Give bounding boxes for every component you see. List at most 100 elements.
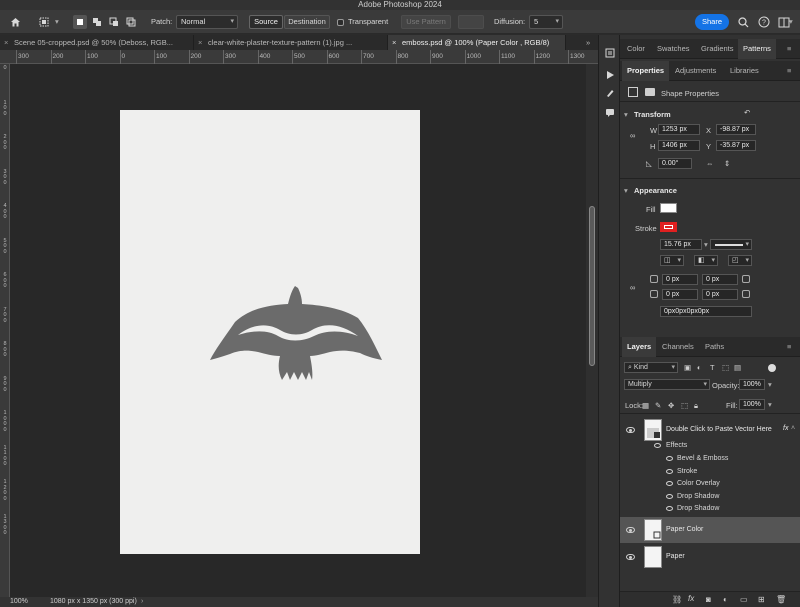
tab-layers[interactable]: Layers bbox=[622, 337, 657, 357]
effect-row[interactable]: Color Overlay bbox=[620, 478, 800, 490]
stroke-type-select[interactable]: ▾ bbox=[710, 239, 752, 250]
eye-icon[interactable] bbox=[626, 427, 635, 433]
status-chevron-icon[interactable]: › bbox=[141, 597, 143, 607]
transform-title[interactable]: Transform bbox=[634, 110, 671, 119]
eye-icon[interactable] bbox=[626, 554, 635, 560]
diffusion-select[interactable]: 5 ▾ bbox=[529, 15, 563, 29]
transparent-checkbox[interactable] bbox=[337, 19, 344, 26]
subtract-selection-icon[interactable] bbox=[107, 15, 121, 29]
chevron-down-icon[interactable]: ▾ bbox=[704, 240, 708, 249]
tab-plaster-texture[interactable]: × clear-white-plaster-texture-pattern (1… bbox=[194, 35, 388, 50]
adjustment-layer-icon[interactable]: ◐ bbox=[723, 595, 728, 604]
patch-mode-select[interactable]: Normal ▾ bbox=[176, 15, 238, 29]
pattern-picker[interactable] bbox=[458, 15, 484, 29]
filter-shape-icon[interactable]: ⬚ bbox=[722, 363, 729, 372]
brush-settings-icon[interactable] bbox=[604, 87, 616, 99]
x-field[interactable]: -98.87 px bbox=[716, 124, 756, 135]
flip-vertical-icon[interactable]: ⇕ bbox=[724, 159, 730, 168]
appearance-title[interactable]: Appearance bbox=[634, 186, 677, 195]
effect-row[interactable]: Drop Shadow bbox=[620, 503, 800, 515]
layer-filter-select[interactable]: ⌕ Kind ▾ bbox=[624, 362, 678, 373]
tab-libraries[interactable]: Libraries bbox=[725, 61, 764, 81]
y-field[interactable]: -35.87 px bbox=[716, 140, 756, 151]
height-field[interactable]: 1406 px bbox=[658, 140, 700, 151]
tabs-overflow-icon[interactable]: » bbox=[580, 35, 598, 50]
chevron-down-icon[interactable]: ▾ bbox=[768, 380, 772, 389]
filter-type-icon[interactable]: T bbox=[710, 363, 715, 372]
tool-preset-chevron-icon[interactable]: ▾ bbox=[55, 15, 59, 29]
help-icon[interactable]: ? bbox=[757, 15, 771, 29]
new-group-icon[interactable]: ▭ bbox=[740, 595, 748, 604]
lock-pixels-icon[interactable]: ✎ bbox=[655, 401, 661, 410]
add-selection-icon[interactable] bbox=[90, 15, 104, 29]
delete-layer-icon[interactable]: 🗑︎ bbox=[776, 595, 786, 604]
filter-toggle-icon[interactable] bbox=[768, 364, 776, 372]
tab-paths[interactable]: Paths bbox=[700, 337, 729, 357]
lock-artboard-icon[interactable]: ⬚ bbox=[681, 401, 688, 410]
tab-emboss[interactable]: × emboss.psd @ 100% (Paper Color , RGB/8… bbox=[388, 35, 566, 50]
destination-button[interactable]: Destination bbox=[284, 15, 330, 29]
layer-row-paper[interactable]: Paper bbox=[620, 544, 800, 570]
home-icon[interactable] bbox=[8, 15, 22, 29]
layer-name[interactable]: Paper Color bbox=[666, 526, 703, 533]
new-layer-icon[interactable]: ⊞ bbox=[758, 595, 765, 604]
lock-position-icon[interactable]: ✥ bbox=[668, 401, 674, 410]
collapse-icon[interactable]: ▾ bbox=[624, 110, 628, 119]
filter-adjustment-icon[interactable]: ◐ bbox=[697, 363, 702, 372]
effect-row[interactable]: Stroke bbox=[620, 466, 800, 478]
mask-icon[interactable] bbox=[645, 88, 655, 96]
share-button[interactable]: Share bbox=[695, 14, 729, 30]
tab-color[interactable]: Color bbox=[622, 39, 650, 59]
comments-icon[interactable] bbox=[604, 107, 616, 119]
link-layers-icon[interactable]: ⛓︎ bbox=[672, 595, 682, 604]
close-icon[interactable]: × bbox=[198, 35, 202, 50]
link-dimensions-icon[interactable]: ∞ bbox=[630, 131, 635, 140]
lock-transparent-icon[interactable]: ▦ bbox=[642, 401, 649, 410]
close-icon[interactable]: × bbox=[4, 35, 8, 50]
fill-swatch[interactable] bbox=[660, 203, 677, 213]
corner-bottom-left-field[interactable]: 0 px bbox=[662, 289, 698, 300]
blend-mode-select[interactable]: Multiply ▾ bbox=[624, 379, 710, 390]
corner-top-left-field[interactable]: 0 px bbox=[662, 274, 698, 285]
corner-bottom-right-field[interactable]: 0 px bbox=[702, 289, 738, 300]
corner-top-right-field[interactable]: 0 px bbox=[702, 274, 738, 285]
reset-transform-icon[interactable]: ↶ bbox=[744, 108, 750, 117]
use-pattern-button[interactable]: Use Pattern bbox=[401, 15, 451, 29]
layer-row-paper-color[interactable]: Paper Color bbox=[620, 517, 800, 543]
tab-scene-05[interactable]: × Scene 05-cropped.psd @ 50% (Deboss, RG… bbox=[0, 35, 194, 50]
tab-swatches[interactable]: Swatches bbox=[652, 39, 695, 59]
link-corners-icon[interactable]: ∞ bbox=[630, 283, 635, 292]
tab-gradients[interactable]: Gradients bbox=[696, 39, 739, 59]
effects-row[interactable]: Effects bbox=[620, 440, 800, 452]
patch-tool-icon[interactable] bbox=[37, 15, 51, 29]
filter-pixel-icon[interactable]: ▣ bbox=[684, 363, 691, 372]
corner-combined-field[interactable]: 0px0px0px0px bbox=[660, 306, 752, 317]
add-style-icon[interactable]: fx bbox=[688, 594, 694, 603]
panel-menu-icon[interactable]: ≡ bbox=[782, 39, 796, 59]
effect-row[interactable]: Drop Shadow bbox=[620, 491, 800, 503]
search-icon[interactable] bbox=[736, 15, 750, 29]
tab-properties[interactable]: Properties bbox=[622, 61, 670, 81]
fx-badge[interactable]: fx bbox=[783, 425, 788, 432]
intersect-selection-icon[interactable] bbox=[124, 15, 138, 29]
chevron-up-icon[interactable]: ˄ bbox=[791, 425, 795, 432]
chevron-down-icon[interactable]: ▾ bbox=[768, 400, 772, 409]
history-icon[interactable] bbox=[604, 47, 616, 59]
zoom-level[interactable]: 100% bbox=[10, 597, 28, 607]
eye-icon[interactable] bbox=[626, 527, 635, 533]
flip-horizontal-icon[interactable]: ⇔ bbox=[706, 159, 714, 168]
stroke-align-select[interactable]: ◫ ▾ bbox=[660, 255, 684, 266]
stroke-swatch[interactable] bbox=[660, 222, 677, 232]
layer-name[interactable]: Double Click to Paste Vector Here bbox=[666, 426, 772, 433]
stroke-caps-select[interactable]: ◧ ▾ bbox=[694, 255, 718, 266]
effect-row[interactable]: Bevel & Emboss bbox=[620, 453, 800, 465]
tab-channels[interactable]: Channels bbox=[657, 337, 699, 357]
lock-all-icon[interactable]: 🔒︎ bbox=[694, 401, 698, 411]
workspace-chevron-icon[interactable]: ▾ bbox=[789, 15, 793, 29]
actions-play-icon[interactable] bbox=[604, 69, 616, 81]
panel-menu-icon[interactable]: ≡ bbox=[782, 337, 796, 357]
tab-patterns[interactable]: Patterns bbox=[738, 39, 776, 59]
collapse-icon[interactable]: ▾ bbox=[624, 186, 628, 195]
vertical-scrollbar[interactable] bbox=[586, 64, 598, 597]
document-canvas[interactable] bbox=[120, 110, 420, 554]
